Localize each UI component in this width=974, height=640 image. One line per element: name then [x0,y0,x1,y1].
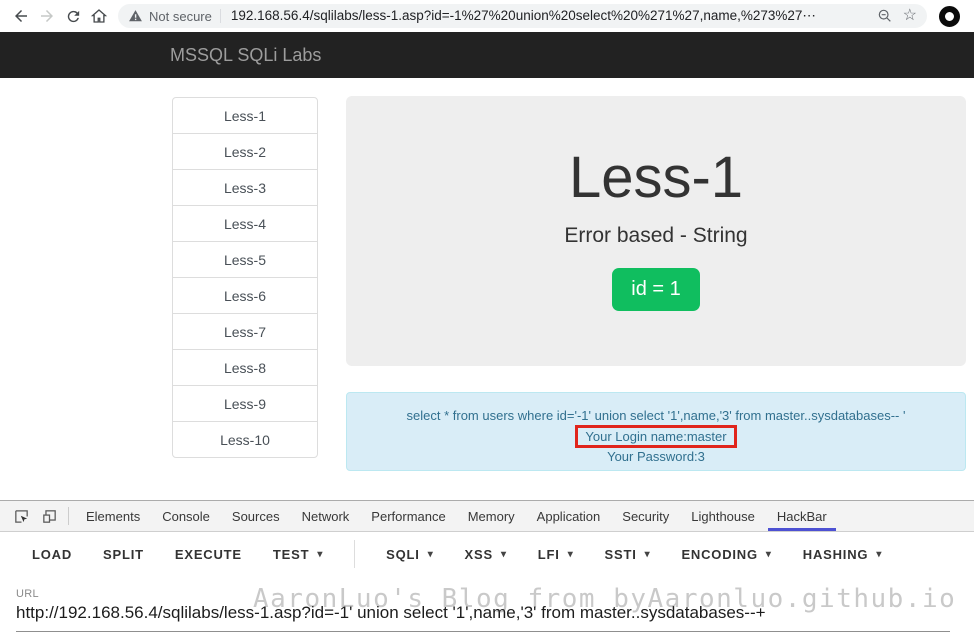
tab-elements[interactable]: Elements [75,501,151,531]
chevron-down-icon: ▾ [427,548,434,560]
devtools-tabbar: Elements Console Sources Network Performance… [0,501,974,532]
browser-window: Not secure 192.168.56.4/sqlilabs/less-1.… [0,0,974,640]
hackbar-url-area: URL http://192.168.56.4/sqlilabs/less-1.… [16,588,950,632]
tab-console[interactable]: Console [151,501,221,531]
sidebar-item-less-9[interactable]: Less-9 [172,385,318,422]
lesson-sidebar: Less-1 Less-2 Less-3 Less-4 Less-5 Less-6 Less… [172,97,318,458]
sidebar-item-less-10[interactable]: Less-10 [172,421,318,458]
password-line: Your Password:3 [607,449,705,464]
sql-query-line: select * from users where id='-1' union … [406,408,906,423]
home-icon[interactable] [86,3,112,29]
hackbar-button-hashing[interactable]: HASHING ▾ [803,547,882,562]
login-annotation-box: Your Login name:master [575,425,737,448]
hackbar-button-xss[interactable]: XSS ▾ [465,547,507,562]
not-secure-warning-icon [128,9,143,23]
profile-avatar-icon[interactable] [939,5,960,27]
hackbar-button-execute[interactable]: EXECUTE [175,547,242,562]
chevron-down-icon: ▾ [317,548,324,560]
tab-lighthouse[interactable]: Lighthouse [680,501,766,531]
tab-performance[interactable]: Performance [360,501,456,531]
tab-memory[interactable]: Memory [457,501,526,531]
sidebar-item-less-6[interactable]: Less-6 [172,277,318,314]
url-text: 192.168.56.4/sqlilabs/less-1.asp?id=-1%2… [230,8,816,23]
devtools-panel: Elements Console Sources Network Performance… [0,500,974,640]
devtools-tabs: Elements Console Sources Network Performance… [75,501,838,531]
param-id-button[interactable]: id = 1 [612,267,700,311]
forward-icon[interactable] [34,3,60,29]
tab-security[interactable]: Security [611,501,680,531]
toolbar-divider [354,540,356,568]
hackbar-button-encoding[interactable]: ENCODING ▾ [681,547,771,562]
tabbar-divider [68,507,69,525]
bookmark-star-icon[interactable]: ☆ [903,8,917,24]
hackbar-button-test[interactable]: TEST ▾ [273,547,323,562]
chevron-down-icon: ▾ [567,548,574,560]
sidebar-item-less-3[interactable]: Less-3 [172,169,318,206]
site-navbar: MSSQL SQLi Labs [0,32,974,78]
security-chip-label: Not secure [149,8,212,24]
navbar-brand[interactable]: MSSQL SQLi Labs [170,32,321,78]
address-bar[interactable]: Not secure 192.168.56.4/sqlilabs/less-1.… [118,4,927,28]
chevron-down-icon: ▾ [765,548,772,560]
hackbar-button-sqli[interactable]: SQLI ▾ [386,547,433,562]
hackbar-button-ssti[interactable]: SSTI ▾ [605,547,651,562]
inspect-element-icon[interactable] [8,504,34,528]
sidebar-item-less-7[interactable]: Less-7 [172,313,318,350]
reload-icon[interactable] [60,3,86,29]
lesson-panel: Less-1 Error based - String id = 1 [346,96,966,366]
sidebar-item-less-8[interactable]: Less-8 [172,349,318,386]
hackbar-button-load[interactable]: LOAD [32,547,72,562]
hackbar-url-input[interactable]: http://192.168.56.4/sqlilabs/less-1.asp?… [16,603,950,632]
zoom-out-icon[interactable] [877,8,893,24]
query-result-alert: select * from users where id='-1' union … [346,392,966,471]
tab-network[interactable]: Network [291,501,361,531]
chevron-down-icon: ▾ [644,548,651,560]
lesson-subtitle: Error based - String [564,223,748,247]
chevron-down-icon: ▾ [500,548,507,560]
chevron-down-icon: ▾ [876,548,883,560]
tab-sources[interactable]: Sources [221,501,291,531]
chip-divider [219,9,221,23]
hackbar-button-split[interactable]: SPLIT [103,547,144,562]
sidebar-item-less-4[interactable]: Less-4 [172,205,318,242]
device-toolbar-icon[interactable] [36,504,62,528]
hackbar-button-lfi[interactable]: LFI ▾ [538,547,574,562]
hackbar-toolbar: LOAD SPLIT EXECUTE TEST ▾ SQLI ▾ XSS ▾ LFI ▾ SSTI ▾ E… [0,532,974,576]
sidebar-item-less-2[interactable]: Less-2 [172,133,318,170]
lesson-title: Less-1 [568,145,744,210]
sidebar-item-less-1[interactable]: Less-1 [172,97,318,134]
sidebar-item-less-5[interactable]: Less-5 [172,241,318,278]
browser-toolbar: Not secure 192.168.56.4/sqlilabs/less-1.… [0,0,974,32]
tab-application[interactable]: Application [526,501,612,531]
back-icon[interactable] [8,3,34,29]
tab-hackbar[interactable]: HackBar [766,501,838,531]
url-field-label: URL [16,588,39,600]
